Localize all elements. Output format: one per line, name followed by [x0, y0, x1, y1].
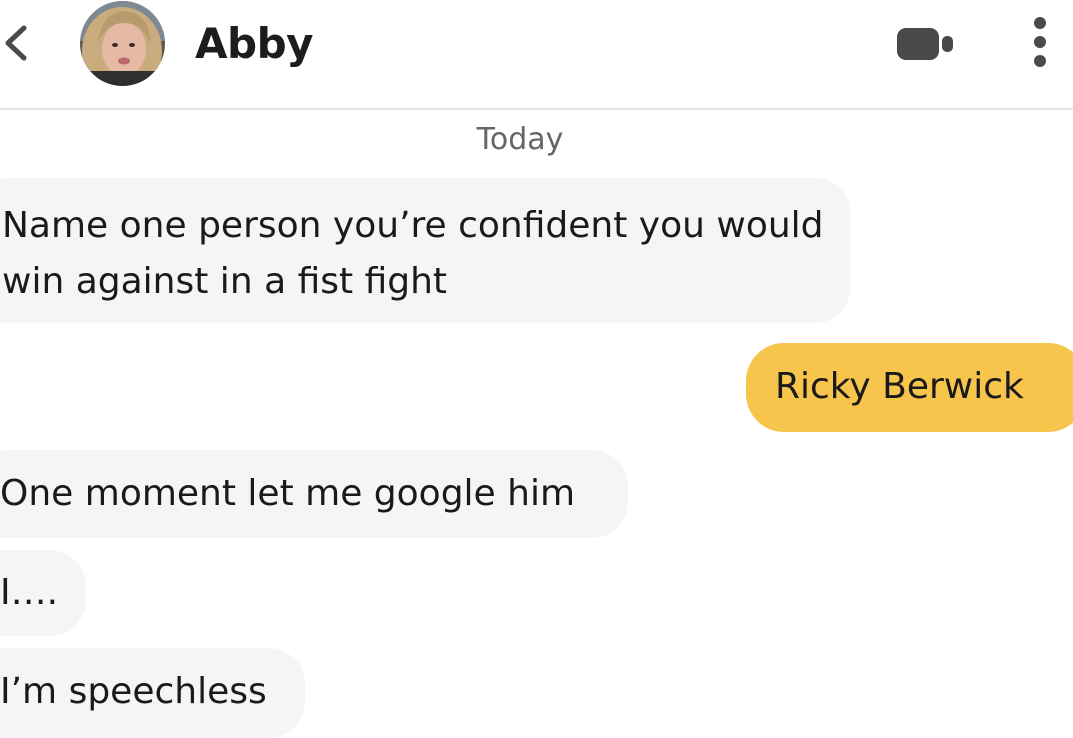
message-bubble-outgoing[interactable]: Ricky Berwick: [746, 343, 1073, 432]
message-bubble-incoming[interactable]: One moment let me google him: [0, 450, 628, 538]
date-separator: Today: [476, 122, 564, 157]
video-camera-icon: [897, 28, 953, 60]
more-vertical-icon: [1034, 17, 1046, 67]
more-options-button[interactable]: [1024, 14, 1056, 70]
avatar-image: [80, 1, 165, 86]
message-bubble-incoming[interactable]: I….: [0, 550, 86, 636]
video-call-button[interactable]: [895, 24, 957, 64]
back-button[interactable]: [0, 22, 34, 64]
message-bubble-incoming[interactable]: Name one person you’re confident you wou…: [0, 178, 850, 323]
chat-header: Abby: [0, 0, 1073, 110]
contact-name[interactable]: Abby: [195, 16, 314, 72]
message-bubble-incoming[interactable]: I’m speechless: [0, 648, 305, 738]
chevron-left-icon: [5, 25, 27, 61]
avatar[interactable]: [80, 1, 165, 86]
